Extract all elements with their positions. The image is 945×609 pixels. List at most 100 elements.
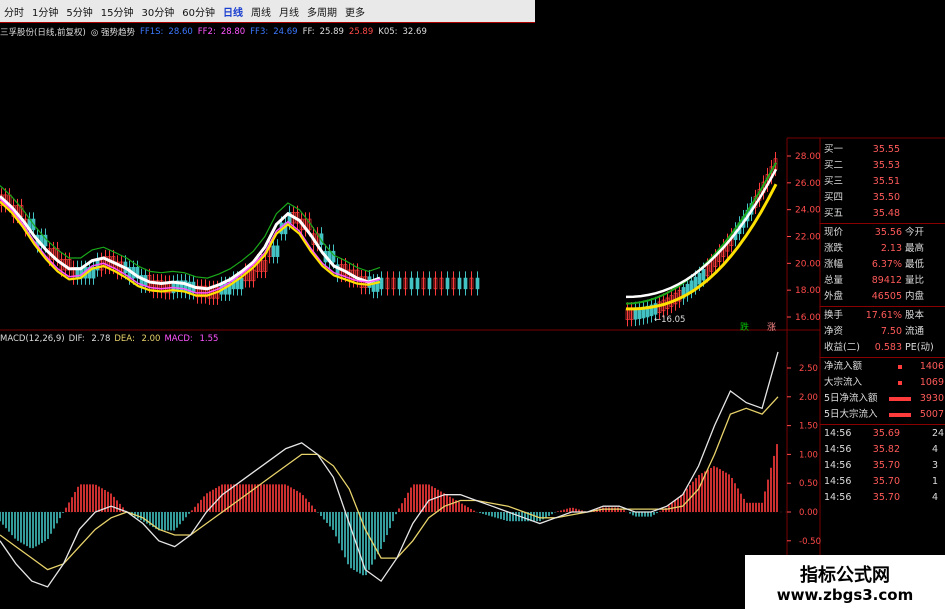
stat-value: 6.37% <box>871 259 902 270</box>
price-tick-label: 20.00 <box>795 259 821 269</box>
tick-row: 14:56 35.69 24 <box>820 426 945 442</box>
flow-bar <box>889 397 911 401</box>
flow-row: 净流入额 1406 <box>820 359 945 375</box>
low-price-label: ←16.05 <box>654 315 685 325</box>
trend-tag-down: 跌 <box>740 322 749 333</box>
macd-tick-label: 2.00 <box>799 393 818 403</box>
bid-row: 买一 35.55 <box>820 142 945 158</box>
stat-row: 外盘 46505 内盘 <box>820 289 945 305</box>
bid-price: 35.50 <box>872 192 900 203</box>
stat-row: 换手 17.61% 股本 <box>820 308 945 324</box>
stat-label: 涨跌 <box>824 243 844 254</box>
stat-row: 现价 35.56 今开 <box>820 225 945 241</box>
bid-row: 买四 35.50 <box>820 190 945 206</box>
stat-label: 总量 <box>824 275 844 286</box>
tick-volume: 3 <box>932 460 939 471</box>
stat-row: 净资 7.50 流通 <box>820 324 945 340</box>
flow-bar <box>898 365 902 369</box>
stat-label-2: 今开 <box>905 227 925 238</box>
stat-label: 收益(二) <box>824 342 860 353</box>
bid-price: 35.48 <box>872 208 900 219</box>
stat-value: 17.61% <box>865 310 902 321</box>
macd-tick-label: 0.00 <box>799 508 818 518</box>
stat-label-2: 流通 <box>905 326 925 337</box>
candle-body <box>275 245 280 257</box>
bid-label: 买一 <box>824 144 844 155</box>
flow-label: 5日大宗流入 <box>824 409 878 420</box>
flow-row: 5日大宗流入 5007 <box>820 407 945 423</box>
bid-price: 35.51 <box>872 176 900 187</box>
flow-label: 净流入额 <box>824 361 863 372</box>
candle-body <box>379 277 384 290</box>
tick-price: 35.70 <box>872 460 900 471</box>
tick-price: 35.69 <box>872 428 900 439</box>
flow-label: 5日净流入额 <box>824 393 878 404</box>
stat-label: 换手 <box>824 310 844 321</box>
watermark-title: 指标公式网 <box>800 565 890 586</box>
bid-label: 买三 <box>824 176 844 187</box>
stat-label-2: 最高 <box>905 243 925 254</box>
macd-tick-label: 1.00 <box>799 450 818 460</box>
bid-price: 35.55 <box>872 144 900 155</box>
flow-value: 3930 <box>919 393 944 404</box>
stat-row: 涨幅 6.37% 最低 <box>820 257 945 273</box>
tick-volume: 1 <box>932 476 939 487</box>
bid-label: 买二 <box>824 160 844 171</box>
bid-label: 买四 <box>824 192 844 203</box>
stat-label: 现价 <box>824 227 844 238</box>
stat-label-2: 内盘 <box>905 291 925 302</box>
stat-label: 净资 <box>824 326 844 337</box>
stat-label-2: 量比 <box>905 275 925 286</box>
candle-body <box>427 277 432 290</box>
candle-body <box>415 277 420 290</box>
price-tick-label: 22.00 <box>795 233 821 243</box>
panel-divider <box>820 223 945 224</box>
bid-row: 买五 35.48 <box>820 206 945 222</box>
candle-body <box>239 277 244 290</box>
dea-line <box>0 396 779 571</box>
bid-label: 买五 <box>824 208 844 219</box>
panel-divider <box>820 424 945 425</box>
candle-body <box>463 277 468 290</box>
flow-bar <box>898 381 902 385</box>
bid-row: 买二 35.53 <box>820 158 945 174</box>
bid-row: 买三 35.51 <box>820 174 945 190</box>
watermark-url: www.zbgs3.com <box>776 586 914 604</box>
flow-label: 大宗流入 <box>824 377 863 388</box>
price-tick-label: 28.00 <box>795 152 821 162</box>
tick-volume: 24 <box>932 428 945 439</box>
candle-body <box>271 245 276 257</box>
bid-price: 35.53 <box>872 160 900 171</box>
quote-panel: 买一 35.55 买二 35.53 买三 35.51 买四 35.50 买五 35.48 现价 35.… <box>820 138 945 609</box>
tick-time: 14:56 <box>824 444 852 455</box>
macd-lines <box>0 351 779 588</box>
panel-divider <box>820 357 945 358</box>
tick-row: 14:56 35.70 4 <box>820 490 945 506</box>
stat-label-2: 股本 <box>905 310 925 321</box>
tick-time: 14:56 <box>824 428 852 439</box>
kline-chart[interactable]: ←16.05 跌 涨 28.00 26.00 24.00 22.00 20.00 18.00 1… <box>0 0 945 609</box>
candle-body <box>475 277 480 290</box>
site-watermark: 指标公式网 www.zbgs3.com <box>745 555 945 609</box>
tick-time: 14:56 <box>824 476 852 487</box>
stat-value: 7.50 <box>880 326 902 337</box>
tick-row: 14:56 35.82 4 <box>820 442 945 458</box>
stat-row: 总量 89412 量比 <box>820 273 945 289</box>
candle-body <box>409 277 414 290</box>
stat-row: 涨跌 2.13 最高 <box>820 241 945 257</box>
stat-value: 0.583 <box>874 342 902 353</box>
flow-value: 1406 <box>919 361 944 372</box>
tick-price: 35.82 <box>872 444 900 455</box>
macd-tick-label: 2.50 <box>799 364 818 374</box>
price-axis: 28.00 26.00 24.00 22.00 20.00 18.00 16.00 2.50 2… <box>787 152 821 576</box>
price-tick-label: 16.00 <box>795 313 821 323</box>
tick-volume: 4 <box>932 444 939 455</box>
flow-value: 5007 <box>919 409 944 420</box>
tick-price: 35.70 <box>872 492 900 503</box>
candle-body <box>445 277 450 290</box>
panel-divider <box>820 306 945 307</box>
price-tick-label: 26.00 <box>795 179 821 189</box>
stat-value: 89412 <box>871 275 902 286</box>
tick-row: 14:56 35.70 3 <box>820 458 945 474</box>
tick-time: 14:56 <box>824 460 852 471</box>
